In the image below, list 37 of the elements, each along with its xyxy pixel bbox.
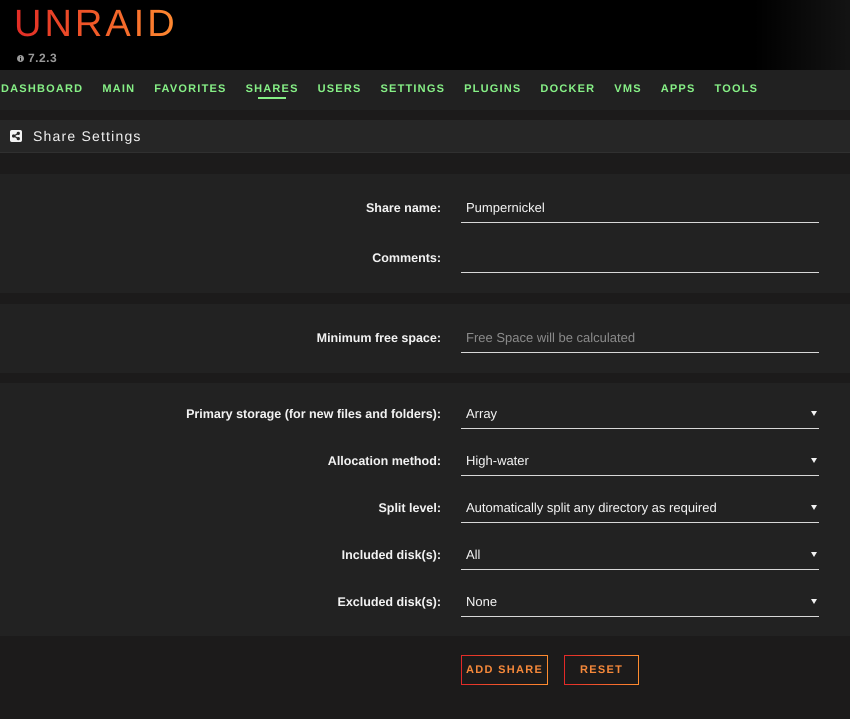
field-label: Comments:	[372, 251, 441, 265]
dropdown[interactable]: Automatically split any directory as required	[461, 493, 819, 523]
section-title: Share Settings	[33, 128, 142, 144]
nav-tab[interactable]: PLUGINS	[464, 81, 522, 99]
nav-tab[interactable]: TOOLS	[714, 81, 758, 99]
dropdown[interactable]: Array	[461, 399, 819, 429]
caret-icon	[811, 458, 817, 463]
reset-button[interactable]: RESET	[564, 655, 640, 685]
field-label: Minimum free space:	[316, 331, 441, 345]
nav-tab[interactable]: DOCKER	[540, 81, 596, 99]
nav-tab[interactable]: VMS	[614, 81, 642, 99]
nav-tab[interactable]: SETTINGS	[380, 81, 446, 99]
info-icon	[17, 54, 24, 62]
add-share-button[interactable]: ADD SHARE	[461, 655, 548, 685]
field-label: Split level:	[378, 501, 441, 515]
dropdown[interactable]: All	[461, 540, 819, 570]
nav-tab[interactable]: FAVORITES	[154, 81, 227, 99]
nav-tab[interactable]: APPS	[660, 81, 696, 99]
caret-icon	[811, 505, 817, 510]
nav-tab[interactable]: DASHBOARD	[1, 81, 84, 99]
dropdown[interactable]: None	[461, 587, 819, 617]
text-field[interactable]: Free Space will be calculated	[461, 323, 819, 353]
nav-tab[interactable]: MAIN	[102, 81, 136, 99]
field-label: Excluded disk(s):	[338, 595, 441, 609]
field-label: Allocation method:	[328, 454, 441, 468]
caret-icon	[811, 411, 817, 416]
share-icon	[10, 130, 22, 142]
nav-tab[interactable]: USERS	[318, 81, 362, 99]
caret-icon	[811, 599, 817, 604]
field-label: Primary storage (for new files and folders):	[186, 407, 441, 421]
nav-tab[interactable]: SHARES	[246, 81, 299, 99]
field-label: Included disk(s):	[342, 548, 441, 562]
field-label: Share name:	[366, 201, 441, 215]
version-label: 7.2.3	[28, 51, 58, 65]
text-field[interactable]: Pumpernickel	[461, 193, 819, 223]
caret-icon	[811, 552, 817, 557]
dropdown[interactable]: High-water	[461, 446, 819, 476]
